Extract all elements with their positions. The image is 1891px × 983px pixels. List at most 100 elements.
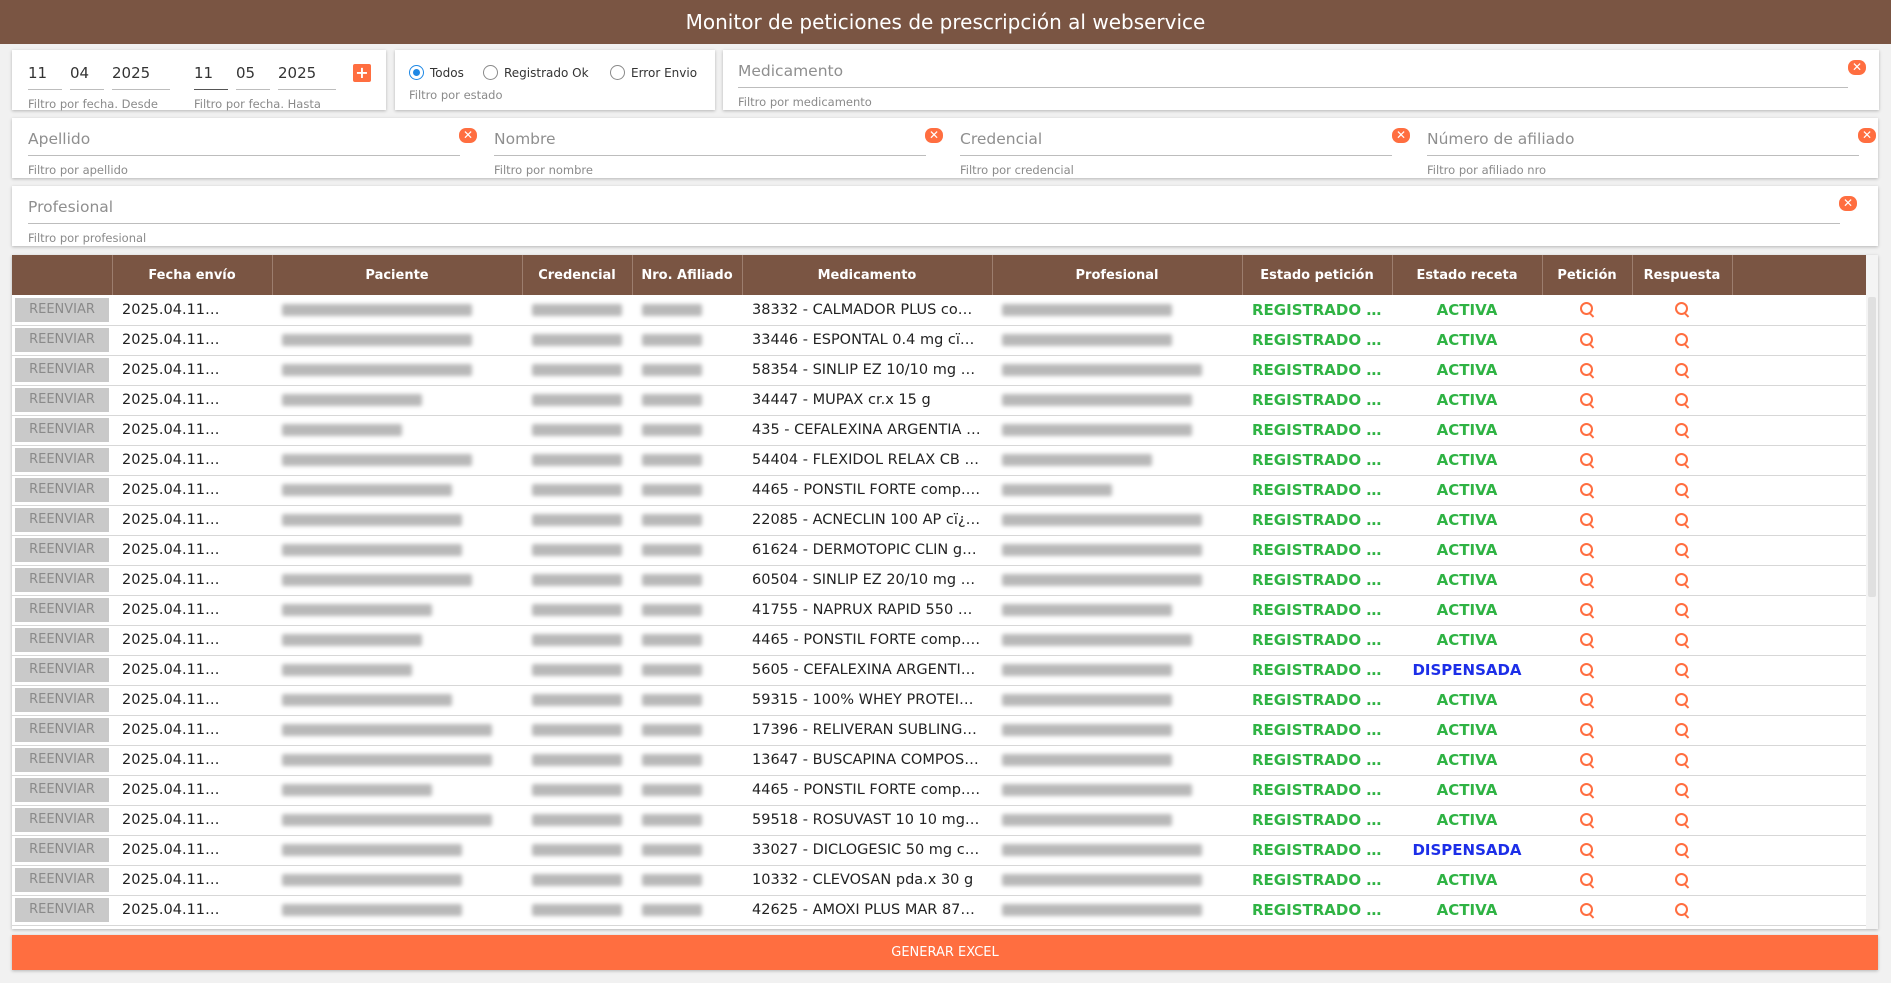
- peticion-search-icon[interactable]: [1579, 782, 1595, 798]
- date-from-day[interactable]: 11: [28, 64, 47, 82]
- col-header-afiliado[interactable]: Nro. Afiliado: [632, 255, 743, 295]
- profesional-input[interactable]: Profesional: [28, 198, 113, 216]
- afiliado-field[interactable]: Número de afiliado Filtro por afiliado n…: [1427, 130, 1859, 177]
- respuesta-search-icon[interactable]: [1674, 542, 1690, 558]
- reenviar-button[interactable]: REENVIAR: [15, 808, 109, 832]
- table-row[interactable]: REENVIAR 2025.04.11 18:07 59315 - 100% WHEY…: [12, 685, 1866, 716]
- date-to-year[interactable]: 2025: [278, 64, 316, 82]
- peticion-search-icon[interactable]: [1579, 542, 1595, 558]
- peticion-search-icon[interactable]: [1579, 452, 1595, 468]
- col-header-estado-receta[interactable]: Estado receta: [1392, 255, 1543, 295]
- table-row[interactable]: REENVIAR 2025.04.11 18:51 34447 - MUPAX cr.…: [12, 385, 1866, 416]
- col-header-medicamento[interactable]: Medicamento: [742, 255, 993, 295]
- radio-registrado-ok-dot[interactable]: [483, 65, 498, 80]
- reenviar-button[interactable]: REENVIAR: [15, 358, 109, 382]
- respuesta-search-icon[interactable]: [1674, 752, 1690, 768]
- respuesta-search-icon[interactable]: [1674, 572, 1690, 588]
- respuesta-search-icon[interactable]: [1674, 812, 1690, 828]
- reenviar-button[interactable]: REENVIAR: [15, 748, 109, 772]
- peticion-search-icon[interactable]: [1579, 632, 1595, 648]
- col-header-paciente[interactable]: Paciente: [272, 255, 523, 295]
- table-row[interactable]: REENVIAR 2025.04.11 18:07 4465 - PONSTIL FO…: [12, 775, 1866, 806]
- date-from-month[interactable]: 04: [70, 64, 89, 82]
- respuesta-search-icon[interactable]: [1674, 362, 1690, 378]
- peticion-search-icon[interactable]: [1579, 392, 1595, 408]
- respuesta-search-icon[interactable]: [1674, 632, 1690, 648]
- respuesta-search-icon[interactable]: [1674, 392, 1690, 408]
- medicamento-field[interactable]: Medicamento Filtro por medicamento: [738, 62, 1848, 109]
- peticion-search-icon[interactable]: [1579, 602, 1595, 618]
- radio-todos-dot[interactable]: [409, 65, 424, 80]
- reenviar-button[interactable]: REENVIAR: [15, 568, 109, 592]
- col-header-profesional[interactable]: Profesional: [992, 255, 1243, 295]
- respuesta-search-icon[interactable]: [1674, 332, 1690, 348]
- reenviar-button[interactable]: REENVIAR: [15, 297, 109, 322]
- respuesta-search-icon[interactable]: [1674, 452, 1690, 468]
- table-row[interactable]: REENVIAR 2025.04.11 18:52 38332 - CALMADOR …: [12, 295, 1866, 326]
- reenviar-button[interactable]: REENVIAR: [15, 538, 109, 562]
- peticion-search-icon[interactable]: [1579, 752, 1595, 768]
- respuesta-search-icon[interactable]: [1674, 302, 1690, 317]
- table-scrollbar[interactable]: [1866, 255, 1878, 929]
- radio-registrado-ok[interactable]: Registrado Ok: [483, 65, 589, 80]
- peticion-search-icon[interactable]: [1579, 512, 1595, 528]
- table-row[interactable]: REENVIAR 2025.04.11 18:36 54404 - FLEXIDOL …: [12, 445, 1866, 476]
- add-date-button[interactable]: +: [353, 64, 371, 82]
- respuesta-search-icon[interactable]: [1674, 872, 1690, 888]
- peticion-search-icon[interactable]: [1579, 422, 1595, 438]
- table-row[interactable]: REENVIAR 2025.04.11 18:51 435 - CEFALEXINA …: [12, 415, 1866, 446]
- reenviar-button[interactable]: REENVIAR: [15, 508, 109, 532]
- reenviar-button[interactable]: REENVIAR: [15, 868, 109, 892]
- reenviar-button[interactable]: REENVIAR: [15, 418, 109, 442]
- respuesta-search-icon[interactable]: [1674, 482, 1690, 498]
- respuesta-search-icon[interactable]: [1674, 692, 1690, 708]
- respuesta-search-icon[interactable]: [1674, 512, 1690, 528]
- peticion-search-icon[interactable]: [1579, 872, 1595, 888]
- afiliado-input[interactable]: Número de afiliado: [1427, 130, 1575, 148]
- table-row[interactable]: REENVIAR 2025.04.11 18:22 60504 - SINLIP EZ…: [12, 565, 1866, 596]
- respuesta-search-icon[interactable]: [1674, 902, 1690, 918]
- date-to-day[interactable]: 11: [194, 64, 213, 82]
- respuesta-search-icon[interactable]: [1674, 602, 1690, 618]
- reenviar-button[interactable]: REENVIAR: [15, 778, 109, 802]
- medicamento-input[interactable]: Medicamento: [738, 62, 843, 80]
- peticion-search-icon[interactable]: [1579, 572, 1595, 588]
- peticion-search-icon[interactable]: [1579, 482, 1595, 498]
- profesional-clear-icon[interactable]: ✕: [1839, 196, 1857, 211]
- table-scrollbar-thumb[interactable]: [1868, 297, 1876, 597]
- table-row[interactable]: REENVIAR 2025.04.11 18:22 4465 - PONSTIL FO…: [12, 475, 1866, 506]
- nombre-input[interactable]: Nombre: [494, 130, 556, 148]
- peticion-search-icon[interactable]: [1579, 332, 1595, 348]
- credencial-input[interactable]: Credencial: [960, 130, 1042, 148]
- reenviar-button[interactable]: REENVIAR: [15, 688, 109, 712]
- respuesta-search-icon[interactable]: [1674, 662, 1690, 678]
- reenviar-button[interactable]: REENVIAR: [15, 898, 109, 922]
- reenviar-button[interactable]: REENVIAR: [15, 598, 109, 622]
- table-row[interactable]: REENVIAR 2025.04.11 18:21 4465 - PONSTIL FO…: [12, 625, 1866, 656]
- radio-error-envio[interactable]: Error Envio: [610, 65, 697, 80]
- peticion-search-icon[interactable]: [1579, 902, 1595, 918]
- nombre-clear-icon[interactable]: ✕: [925, 128, 943, 143]
- profesional-field[interactable]: Profesional Filtro por profesional: [28, 198, 1840, 245]
- date-from-year[interactable]: 2025: [112, 64, 150, 82]
- respuesta-search-icon[interactable]: [1674, 422, 1690, 438]
- table-row[interactable]: REENVIAR 2025.04.11 18:51 58354 - SINLIP EZ…: [12, 355, 1866, 386]
- reenviar-button[interactable]: REENVIAR: [15, 628, 109, 652]
- reenviar-button[interactable]: REENVIAR: [15, 388, 109, 412]
- radio-todos[interactable]: Todos: [409, 65, 464, 80]
- table-row[interactable]: REENVIAR 2025.04.11 18:06 42625 - AMOXI PLU…: [12, 895, 1866, 926]
- nombre-field[interactable]: Nombre Filtro por nombre: [494, 130, 926, 177]
- credencial-field[interactable]: Credencial Filtro por credencial: [960, 130, 1392, 177]
- peticion-search-icon[interactable]: [1579, 692, 1595, 708]
- generar-excel-button[interactable]: GENERAR EXCEL: [12, 935, 1878, 970]
- table-row[interactable]: REENVIAR 2025.04.11 18:07 59518 - ROSUVAST …: [12, 805, 1866, 836]
- peticion-search-icon[interactable]: [1579, 662, 1595, 678]
- table-row[interactable]: REENVIAR 2025.04.11 18:07 17396 - RELIVERAN…: [12, 715, 1866, 746]
- peticion-search-icon[interactable]: [1579, 842, 1595, 858]
- date-to-month[interactable]: 05: [236, 64, 255, 82]
- peticion-search-icon[interactable]: [1579, 722, 1595, 738]
- table-row[interactable]: REENVIAR 2025.04.11 18:07 33027 - DICLOGESI…: [12, 835, 1866, 866]
- table-row[interactable]: REENVIAR 2025.04.11 18:51 33446 - ESPONTAL …: [12, 325, 1866, 356]
- reenviar-button[interactable]: REENVIAR: [15, 658, 109, 682]
- peticion-search-icon[interactable]: [1579, 812, 1595, 828]
